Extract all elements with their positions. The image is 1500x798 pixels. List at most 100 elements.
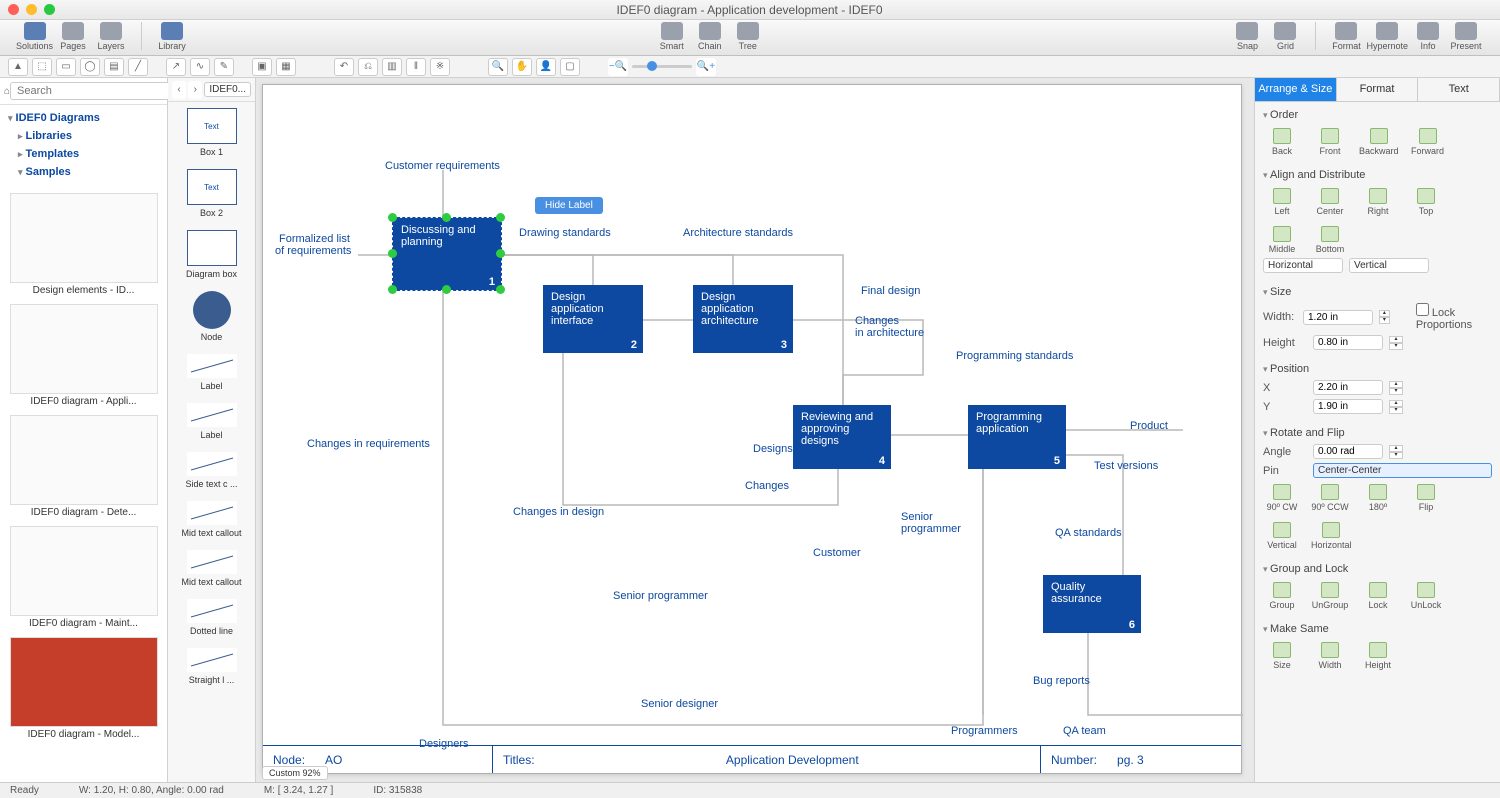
rotate-flip[interactable]: Flip [1407,484,1445,512]
section-make-same[interactable]: Make Same [1263,620,1492,638]
make-height[interactable]: Height [1359,642,1397,670]
sample-item[interactable]: IDEF0 diagram - Model... [4,637,163,740]
angle-input[interactable] [1313,444,1383,459]
make-size[interactable]: Size [1263,642,1301,670]
tab-text[interactable]: Text [1418,78,1500,101]
x-stepper[interactable]: ▴▾ [1389,381,1403,395]
rect-tool-icon[interactable]: ▭ [56,58,76,76]
section-position[interactable]: Position [1263,360,1492,378]
eyedropper-tool-icon[interactable]: ✎ [214,58,234,76]
group-lock[interactable]: Lock [1359,582,1397,610]
toolbar-smart[interactable]: Smart [654,22,690,51]
angle-stepper[interactable]: ▴▾ [1389,445,1403,459]
width-input[interactable] [1303,310,1373,325]
zoom-combo[interactable]: Custom 92% [262,766,328,780]
align-horizontal-combo[interactable]: Horizontal [1263,258,1343,273]
order-front[interactable]: Front [1311,128,1349,156]
selection-handle[interactable] [442,285,451,294]
toolbar-layers[interactable]: Layers [93,22,129,51]
tree-root[interactable]: IDEF0 Diagrams [0,109,167,127]
lib-shape[interactable]: Straight l ... [168,642,255,691]
align-bottom[interactable]: Bottom [1311,226,1349,254]
hide-label-tooltip[interactable]: Hide Label [535,197,603,214]
align-center[interactable]: Center [1311,188,1349,216]
group-unlock[interactable]: UnLock [1407,582,1445,610]
idef-box-2[interactable]: Design application interface2 [543,285,643,353]
y-stepper[interactable]: ▴▾ [1389,400,1403,414]
tab-format[interactable]: Format [1337,78,1419,101]
order-forward[interactable]: Forward [1409,128,1447,156]
section-order[interactable]: Order [1263,106,1492,124]
actual-size-icon[interactable]: 👤 [536,58,556,76]
lib-shape[interactable]: Mid text callout [168,495,255,544]
tab-arrange-size[interactable]: Arrange & Size [1255,78,1337,101]
toolbar-info[interactable]: Info [1410,22,1446,51]
fill-tool-icon[interactable]: ▣ [252,58,272,76]
search-input[interactable] [10,82,178,100]
lib-shape[interactable]: Node [168,285,255,348]
sample-item[interactable]: IDEF0 diagram - Dete... [4,415,163,518]
pointer-tool-icon[interactable]: ▲ [8,58,28,76]
toolbar-snap[interactable]: Snap [1229,22,1265,51]
height-stepper[interactable]: ▴▾ [1389,336,1403,350]
maximize-window-button[interactable] [44,4,55,15]
toolbar-grid[interactable]: Grid [1267,22,1303,51]
selection-handle[interactable] [388,249,397,258]
lock-proportions-checkbox[interactable]: Lock Proportions [1416,303,1492,331]
lib-back-icon[interactable]: ‹ [172,81,186,99]
lib-current-tab[interactable]: IDEF0... [204,82,251,97]
order-backward[interactable]: Backward [1359,128,1399,156]
zoom-slider[interactable] [632,65,692,68]
pen-tool-icon[interactable]: ↗ [166,58,186,76]
lib-shape[interactable]: Label [168,397,255,446]
width-stepper[interactable]: ▴▾ [1379,310,1390,324]
rotate-90-ccw[interactable]: 90º CCW [1311,484,1349,512]
y-input[interactable] [1313,399,1383,414]
section-group[interactable]: Group and Lock [1263,560,1492,578]
selection-handle[interactable] [496,285,505,294]
sample-item[interactable]: IDEF0 diagram - Appli... [4,304,163,407]
toolbar-chain[interactable]: Chain [692,22,728,51]
lib-shape[interactable]: Side text c ... [168,446,255,495]
idef-box-6[interactable]: Quality assurance6 [1043,575,1141,633]
lib-shape[interactable]: Mid text callout [168,544,255,593]
height-input[interactable] [1313,335,1383,350]
group-group[interactable]: Group [1263,582,1301,610]
selection-handle[interactable] [442,213,451,222]
idef-box-3[interactable]: Design application architecture3 [693,285,793,353]
pan-tool-icon[interactable]: ✋ [512,58,532,76]
selection-handle[interactable] [496,213,505,222]
rotate-horizontal[interactable]: Horizontal [1311,522,1352,550]
pin-combo[interactable]: Center-Center [1313,463,1492,478]
idef-box-5[interactable]: Programming application5 [968,405,1066,469]
x-input[interactable] [1313,380,1383,395]
align-middle[interactable]: Middle [1263,226,1301,254]
sample-item[interactable]: Design elements - ID... [4,193,163,296]
rotate-90-cw[interactable]: 90º CW [1263,484,1301,512]
align-left[interactable]: Left [1263,188,1301,216]
redo-icon[interactable]: ⎌ [358,58,378,76]
text-tool-icon[interactable]: ▤ [104,58,124,76]
tree-libraries[interactable]: Libraries [0,127,167,145]
rotate-vertical[interactable]: Vertical [1263,522,1301,550]
select-tool-icon[interactable]: ⬚ [32,58,52,76]
lib-shape[interactable]: TextBox 1 [168,102,255,163]
toolbar-present[interactable]: Present [1448,22,1484,51]
distribute-tool-icon[interactable]: ‖ [406,58,426,76]
section-rotate[interactable]: Rotate and Flip [1263,424,1492,442]
tree-samples[interactable]: Samples [0,163,167,181]
idef-box-1[interactable]: Discussing and planning1 [393,218,501,290]
undo-icon[interactable]: ↶ [334,58,354,76]
toolbar-library[interactable]: Library [154,22,190,51]
line-tool-icon[interactable]: ╱ [128,58,148,76]
align-right[interactable]: Right [1359,188,1397,216]
diagram-canvas[interactable]: Discussing and planning1 Design applicati… [262,84,1242,774]
selection-handle[interactable] [496,249,505,258]
align-vertical-combo[interactable]: Vertical [1349,258,1429,273]
toolbar-pages[interactable]: Pages [55,22,91,51]
lib-shape[interactable]: Dotted line [168,593,255,642]
selection-handle[interactable] [388,213,397,222]
lib-shape[interactable]: Label [168,348,255,397]
toolbar-solutions[interactable]: Solutions [16,22,53,51]
section-align[interactable]: Align and Distribute [1263,166,1492,184]
